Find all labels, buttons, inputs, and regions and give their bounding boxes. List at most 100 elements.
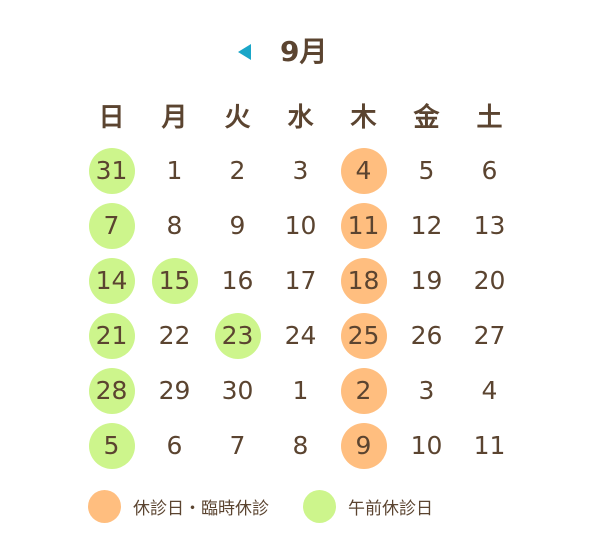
calendar-header: 9月 <box>0 30 600 74</box>
day-morning-closed: 5 <box>88 422 135 469</box>
day-cell[interactable]: 14 <box>80 253 143 308</box>
day-cell[interactable]: 20 <box>458 253 521 308</box>
day-number: 16 <box>221 266 254 295</box>
day-cell[interactable]: 16 <box>206 253 269 308</box>
month-title: 9月 <box>280 35 328 68</box>
prev-month-triangle-icon[interactable] <box>238 44 251 60</box>
day-number: 3 <box>292 156 309 185</box>
day-number: 7 <box>229 431 246 460</box>
day-number: 26 <box>410 321 443 350</box>
day-morning-closed: 23 <box>214 312 261 359</box>
day-number: 2 <box>229 156 246 185</box>
day-closed: 18 <box>340 257 387 304</box>
day-cell[interactable]: 28 <box>80 363 143 418</box>
day-number: 8 <box>292 431 309 460</box>
day-cell[interactable]: 23 <box>206 308 269 363</box>
day-cell[interactable]: 18 <box>332 253 395 308</box>
day-cell[interactable]: 1 <box>143 143 206 198</box>
day-cell[interactable]: 21 <box>80 308 143 363</box>
legend-closed-label: 休診日・臨時休診 <box>133 498 269 519</box>
day-cell[interactable]: 10 <box>269 198 332 253</box>
day-cell[interactable]: 19 <box>395 253 458 308</box>
legend-closed-dot-icon <box>88 489 121 523</box>
day-closed: 11 <box>340 202 387 249</box>
day-cell[interactable]: 2 <box>332 363 395 418</box>
weekday-header: 土 <box>476 103 503 133</box>
day-cell[interactable]: 7 <box>206 418 269 473</box>
day-cell[interactable]: 5 <box>395 143 458 198</box>
day-number: 9 <box>229 211 246 240</box>
day-number: 10 <box>410 431 443 460</box>
weekday-header: 月 <box>161 103 188 133</box>
day-cell[interactable]: 30 <box>206 363 269 418</box>
day-number: 8 <box>166 211 183 240</box>
weekday-header: 木 <box>350 103 377 133</box>
day-cell[interactable]: 31 <box>80 143 143 198</box>
day-cell[interactable]: 15 <box>143 253 206 308</box>
day-cell[interactable]: 3 <box>395 363 458 418</box>
day-cell[interactable]: 11 <box>332 198 395 253</box>
day-morning-closed: 7 <box>88 202 135 249</box>
weekday-header: 金 <box>413 103 440 133</box>
day-closed: 2 <box>340 367 387 414</box>
day-cell[interactable]: 4 <box>332 143 395 198</box>
day-number: 13 <box>473 211 506 240</box>
day-number: 30 <box>221 376 254 405</box>
day-morning-closed: 21 <box>88 312 135 359</box>
day-cell[interactable]: 13 <box>458 198 521 253</box>
day-cell[interactable]: 17 <box>269 253 332 308</box>
day-cell[interactable]: 6 <box>143 418 206 473</box>
legend-morning-dot-icon <box>303 489 336 523</box>
day-cell[interactable]: 25 <box>332 308 395 363</box>
day-cell[interactable]: 3 <box>269 143 332 198</box>
weekday-header: 火 <box>224 103 251 133</box>
day-number: 24 <box>284 321 317 350</box>
day-morning-closed: 14 <box>88 257 135 304</box>
day-closed: 25 <box>340 312 387 359</box>
day-number: 5 <box>418 156 435 185</box>
day-cell[interactable]: 27 <box>458 308 521 363</box>
day-cell[interactable]: 12 <box>395 198 458 253</box>
day-number: 29 <box>158 376 191 405</box>
day-cell[interactable]: 7 <box>80 198 143 253</box>
day-number: 1 <box>292 376 309 405</box>
day-cell[interactable]: 1 <box>269 363 332 418</box>
day-morning-closed: 15 <box>151 257 198 304</box>
day-number: 19 <box>410 266 443 295</box>
day-cell[interactable]: 22 <box>143 308 206 363</box>
weekday-header: 水 <box>287 103 314 133</box>
day-morning-closed: 31 <box>88 147 135 194</box>
day-cell[interactable]: 8 <box>143 198 206 253</box>
day-cell[interactable]: 11 <box>458 418 521 473</box>
day-cell[interactable]: 24 <box>269 308 332 363</box>
day-number: 4 <box>481 376 498 405</box>
day-cell[interactable]: 9 <box>206 198 269 253</box>
day-cell[interactable]: 26 <box>395 308 458 363</box>
day-number: 6 <box>481 156 498 185</box>
legend: 休診日・臨時休診 午前休診日 <box>88 488 433 524</box>
legend-morning-label: 午前休診日 <box>348 498 433 519</box>
calendar-grid: 日月火水木金土 31 1 2 3 4 5 6 7 8 9 10 11 12 13 14 15 16 17 18 19 20… <box>80 88 521 473</box>
day-number: 1 <box>166 156 183 185</box>
day-cell[interactable]: 29 <box>143 363 206 418</box>
day-number: 22 <box>158 321 191 350</box>
day-closed: 9 <box>340 422 387 469</box>
day-morning-closed: 28 <box>88 367 135 414</box>
day-cell[interactable]: 4 <box>458 363 521 418</box>
day-number: 27 <box>473 321 506 350</box>
day-cell[interactable]: 2 <box>206 143 269 198</box>
day-cell[interactable]: 6 <box>458 143 521 198</box>
day-number: 3 <box>418 376 435 405</box>
day-cell[interactable]: 5 <box>80 418 143 473</box>
day-number: 10 <box>284 211 317 240</box>
day-number: 12 <box>410 211 443 240</box>
weekday-header: 日 <box>98 103 125 133</box>
day-cell[interactable]: 10 <box>395 418 458 473</box>
day-closed: 4 <box>340 147 387 194</box>
day-number: 17 <box>284 266 317 295</box>
day-cell[interactable]: 9 <box>332 418 395 473</box>
day-cell[interactable]: 8 <box>269 418 332 473</box>
day-number: 11 <box>473 431 506 460</box>
day-number: 20 <box>473 266 506 295</box>
day-number: 6 <box>166 431 183 460</box>
